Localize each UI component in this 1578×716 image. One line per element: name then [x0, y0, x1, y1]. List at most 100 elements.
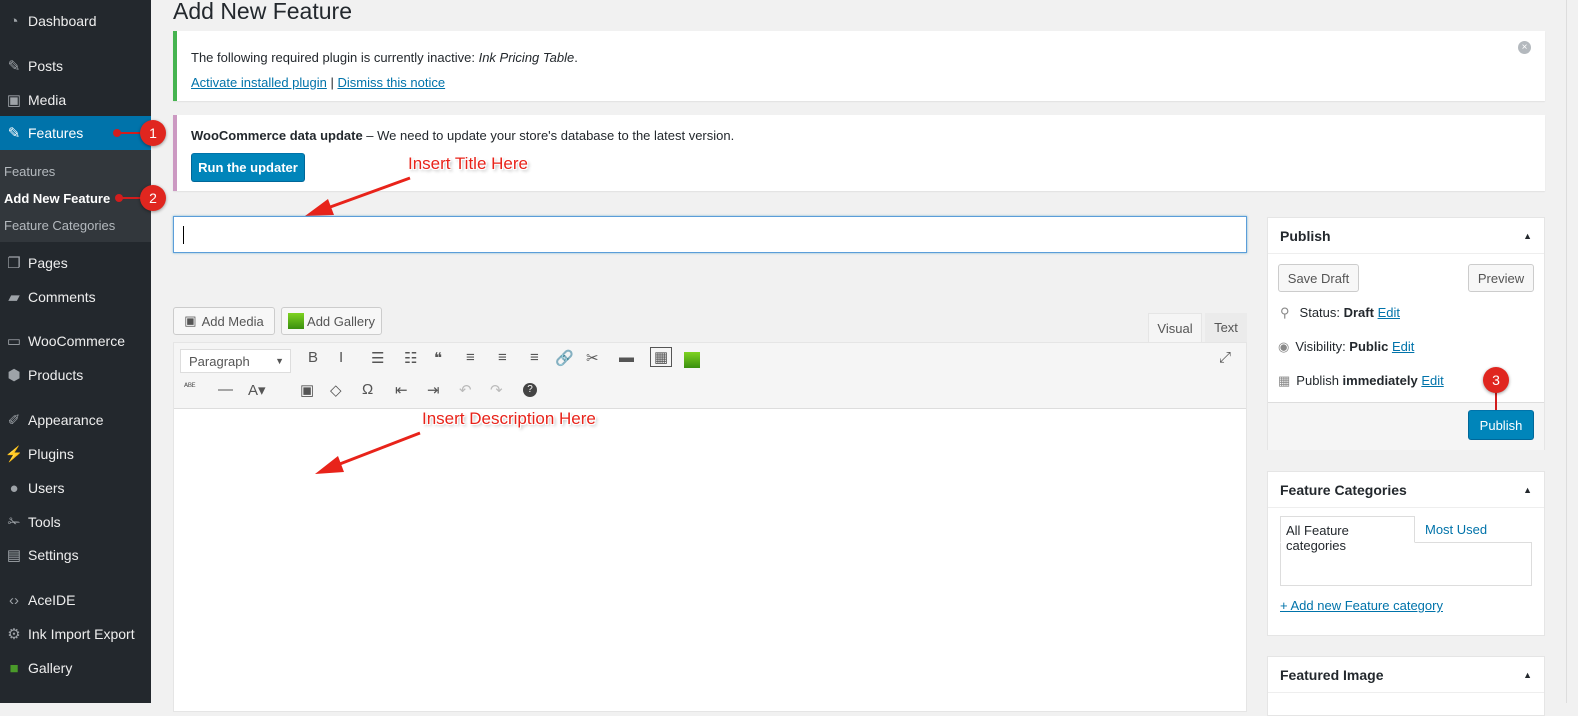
edit-schedule-link[interactable]: Edit [1421, 373, 1443, 388]
sidebar-item-appearance[interactable]: ✐ Appearance [0, 403, 151, 437]
tab-text[interactable]: Text [1205, 313, 1247, 342]
features-submenu: Features Add New Feature Feature Categor… [0, 150, 151, 242]
title-input[interactable] [173, 216, 1247, 253]
publish-button[interactable]: Publish [1468, 410, 1534, 440]
strikethrough-icon[interactable]: ᴬᴮᴱ [184, 381, 196, 391]
sidebar-item-comments[interactable]: ▰ Comments [0, 280, 151, 314]
notice-plugin: Ink Pricing Table [478, 50, 575, 65]
sidebar-item-plugins[interactable]: ⚡ Plugins [0, 437, 151, 471]
dismiss-notice-link[interactable]: Dismiss this notice [337, 75, 445, 90]
text-color-icon[interactable]: A▾ [248, 381, 266, 399]
submenu-features[interactable]: Features [4, 164, 55, 179]
step-badge-3: 3 [1483, 367, 1509, 393]
collapse-icon[interactable]: ▲ [1523, 231, 1532, 241]
annotation-description: Insert Description Here [422, 409, 596, 428]
sidebar-item-label: Appearance [28, 412, 104, 428]
sidebar-item-settings[interactable]: ▤ Settings [0, 538, 151, 572]
tab-visual[interactable]: Visual [1148, 313, 1202, 343]
align-left-icon[interactable]: ≡ [466, 349, 475, 366]
tab-most-used[interactable]: Most Used [1425, 522, 1487, 537]
numbered-list-icon[interactable]: ☷ [404, 349, 417, 367]
sidebar-item-products[interactable]: ⬢ Products [0, 358, 151, 392]
add-gallery-button[interactable]: Add Gallery [281, 307, 382, 335]
visibility-label: Visibility: [1295, 339, 1350, 354]
sidebar-item-label: Users [28, 480, 65, 496]
add-gallery-label: Add Gallery [307, 313, 375, 329]
activate-plugin-link[interactable]: Activate installed plugin [191, 75, 327, 90]
sidebar-item-label: Media [28, 92, 67, 108]
align-center-icon[interactable]: ≡ [498, 349, 507, 366]
featured-image-title: Featured Image [1280, 666, 1384, 683]
add-media-label: Add Media [201, 313, 264, 329]
collapse-icon[interactable]: ▲ [1523, 670, 1532, 680]
arrow-icon [315, 431, 421, 474]
format-select[interactable]: Paragraph ▼ [180, 349, 291, 373]
unlink-icon[interactable]: ✂ [586, 349, 599, 367]
tab-all-categories[interactable]: All Feature categories [1280, 516, 1415, 553]
collapse-icon[interactable]: ▲ [1523, 485, 1532, 495]
sidebar-item-dashboard[interactable]: ◔ Dashboard [0, 4, 151, 38]
sidebar-item-label: Posts [28, 58, 64, 74]
sidebar-item-label: AceIDE [28, 592, 76, 608]
publish-title: Publish [1280, 227, 1331, 244]
edit-visibility-link[interactable]: Edit [1392, 339, 1414, 354]
sidebar-item-label: Dashboard [28, 13, 97, 29]
sidebar-item-tools[interactable]: ✁ Tools [0, 505, 151, 539]
sidebar-item-gallery[interactable]: ■ Gallery [0, 651, 151, 685]
notice-text: The following required plugin is current… [191, 50, 479, 65]
wrench-icon: ✁ [7, 514, 21, 531]
sidebar-item-label: Gallery [28, 660, 73, 676]
categories-title: Feature Categories [1280, 481, 1407, 498]
editor-toolbar: Paragraph ▼ [174, 343, 1246, 409]
sidebar-item-users[interactable]: ● Users [0, 471, 151, 505]
sidebar-item-media[interactable]: ▣ Media [0, 83, 151, 117]
toolbar-toggle-icon[interactable]: ▦ [650, 347, 673, 367]
horizontal-rule-icon[interactable]: — [218, 381, 233, 398]
visibility-value: Public [1349, 339, 1389, 354]
sidebar-item-aceide[interactable]: ‹› AceIDE [0, 583, 151, 617]
redo-icon[interactable]: ↷ [490, 381, 503, 399]
sidebar-item-label: Features [28, 125, 84, 141]
sidebar-item-woocommerce[interactable]: ▭ WooCommerce [0, 324, 151, 358]
submenu-add-new-feature[interactable]: Add New Feature [4, 191, 110, 206]
add-media-button[interactable]: ▣ Add Media [173, 307, 275, 335]
paste-text-icon[interactable]: ▣ [300, 381, 314, 399]
fullscreen-icon[interactable]: ⤢ [1219, 349, 1231, 366]
indent-icon[interactable]: ⇥ [427, 381, 440, 399]
align-right-icon[interactable]: ≡ [530, 349, 539, 366]
outdent-icon[interactable]: ⇤ [395, 381, 408, 399]
edit-status-link[interactable]: Edit [1378, 305, 1400, 320]
sidebar-item-pages[interactable]: ❐ Pages [0, 246, 151, 280]
special-char-icon[interactable]: Ω [362, 381, 373, 398]
help-icon[interactable]: ? [523, 383, 537, 397]
calendar-icon: ▦ [1278, 373, 1291, 388]
undo-icon[interactable]: ↶ [459, 381, 472, 399]
sidebar-item-ink-import-export[interactable]: ⚙ Ink Import Export [0, 617, 151, 651]
run-updater-button[interactable]: Run the updater [191, 153, 305, 182]
plugin-notice: The following required plugin is current… [173, 31, 1545, 101]
add-category-link[interactable]: + Add new Feature category [1280, 598, 1443, 613]
sidebar-item-label: Settings [28, 547, 79, 563]
bullet-list-icon[interactable]: ☰ [371, 349, 384, 367]
scrollbar[interactable] [1566, 0, 1578, 703]
submenu-feature-categories[interactable]: Feature Categories [4, 218, 115, 233]
publish-label: Publish [1296, 373, 1343, 388]
save-draft-button[interactable]: Save Draft [1278, 264, 1359, 292]
italic-icon[interactable]: I [339, 349, 343, 366]
notice-strong: WooCommerce data update [191, 128, 363, 143]
link-icon[interactable]: 🔗 [555, 349, 574, 367]
sidebar-item-label: Pages [28, 255, 68, 271]
step-badge-1: 1 [140, 120, 166, 146]
dismiss-icon[interactable]: × [1518, 41, 1531, 54]
sidebar-item-label: Comments [28, 289, 96, 305]
sidebar-item-posts[interactable]: ✎ Posts [0, 49, 151, 83]
bold-icon[interactable]: B [308, 349, 318, 366]
read-more-icon[interactable]: ▬ [619, 349, 634, 366]
brush-icon: ✐ [7, 412, 21, 429]
sidebar-item-label: WooCommerce [28, 333, 125, 349]
clear-format-icon[interactable]: ◇ [330, 381, 342, 399]
blockquote-icon[interactable]: ❝ [434, 349, 442, 367]
preview-button[interactable]: Preview [1468, 264, 1534, 292]
gallery-icon[interactable] [684, 352, 700, 368]
schedule-row: ▦ Publish immediately Edit [1278, 373, 1444, 389]
